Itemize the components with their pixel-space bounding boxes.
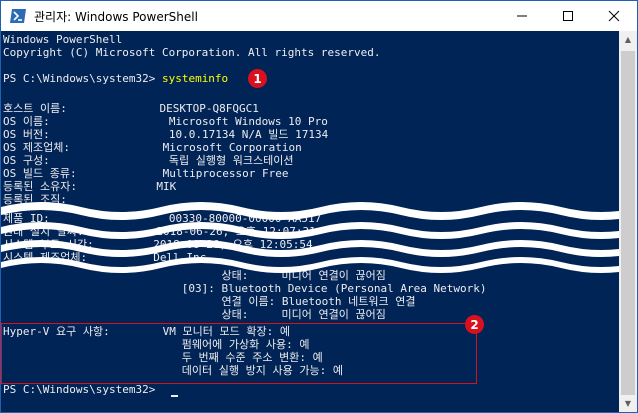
window-controls [499, 1, 637, 31]
powershell-window: 관리자: Windows PowerShell Windows PowerShe… [0, 0, 638, 413]
powershell-icon [10, 8, 26, 24]
title-bar[interactable]: 관리자: Windows PowerShell [1, 1, 637, 31]
window-title: 관리자: Windows PowerShell [34, 9, 198, 24]
annotation-badge-1: 1 [248, 69, 267, 88]
minimize-button[interactable] [499, 1, 545, 31]
annotation-badge-2: 2 [465, 315, 484, 334]
scrollbar-thumb[interactable] [621, 51, 635, 395]
maximize-button[interactable] [545, 1, 591, 31]
close-button[interactable] [591, 1, 637, 31]
scroll-down-icon[interactable]: ▼ [619, 395, 637, 412]
highlight-box [1, 323, 477, 384]
scroll-up-icon[interactable]: ▲ [619, 31, 637, 48]
vertical-scrollbar[interactable]: ▲ ▼ [619, 31, 637, 412]
